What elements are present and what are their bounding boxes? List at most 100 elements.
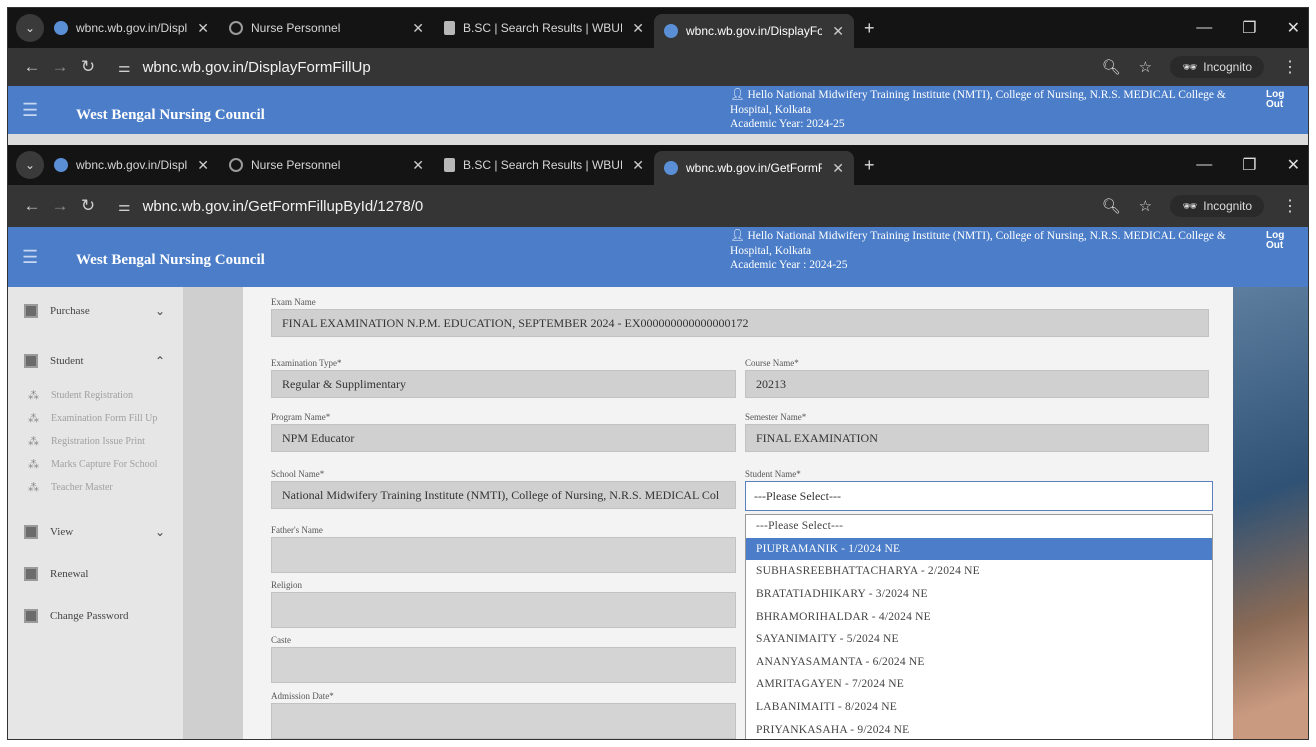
tab-search-button[interactable]: ⌄ [16, 151, 44, 179]
dropdown-option[interactable]: PRIYANKASAHA - 9/2024 NE [746, 718, 1212, 739]
gear-icon [229, 158, 243, 172]
incognito-label: Incognito [1203, 60, 1252, 74]
close-icon[interactable]: ✕ [632, 20, 644, 37]
dropdown-option[interactable]: AMRITAGAYEN - 7/2024 NE [746, 673, 1212, 696]
chevron-down-icon: ⌄ [154, 303, 165, 318]
back-arrow-icon[interactable]: ← [18, 57, 46, 77]
dropdown-option[interactable]: SUBHASREEBHATTACHARYA - 2/2024 NE [746, 560, 1212, 583]
new-tab-button[interactable]: + [864, 18, 875, 39]
close-icon[interactable]: ✕ [632, 157, 644, 174]
exam-type-input[interactable]: Regular & Supplimentary [271, 370, 736, 398]
dropdown-option[interactable]: SAYANIMAITY - 5/2024 NE [746, 628, 1212, 651]
sidebar-subitem-registration-issue-print[interactable]: ⁂ Registration Issue Print [8, 430, 183, 453]
sidebar-item-renewal[interactable]: Renewal [8, 557, 183, 591]
back-tab-1[interactable]: wbnc.wb.gov.in/DisplayPractic ✕ [44, 13, 219, 43]
tab-title: wbnc.wb.gov.in/GetFormFillupB [686, 161, 822, 175]
dropdown-option[interactable]: ANANYASAMANTA - 6/2024 NE [746, 651, 1212, 674]
site-settings-icon[interactable]: ⚌ [118, 198, 131, 215]
dropdown-option[interactable]: BHRAMORIHALDAR - 4/2024 NE [746, 605, 1212, 628]
bookmark-star-icon[interactable]: ☆ [1139, 197, 1152, 215]
field-label: Semester Name* [745, 412, 807, 422]
exam-name-input[interactable]: FINAL EXAMINATION N.P.M. EDUCATION, SEPT… [271, 309, 1209, 337]
caste-input[interactable] [271, 647, 736, 683]
student-name-field: Student Name* ---Please Select--- [745, 469, 1213, 511]
menu-icon[interactable]: ⋮ [1282, 196, 1298, 216]
zoom-icon[interactable]: 🔍︎ [1102, 197, 1121, 215]
close-window-button[interactable]: ✕ [1287, 18, 1300, 38]
front-tab-1[interactable]: wbnc.wb.gov.in/DisplayPractic ✕ [44, 150, 219, 180]
dropdown-option[interactable]: BRATATIADHIKARY - 3/2024 NE [746, 583, 1212, 606]
dropdown-option-selected[interactable]: PIUPRAMANIK - 1/2024 NE [746, 537, 1212, 561]
front-address-bar: ← → ↻ ⚌ wbnc.wb.gov.in/GetFormFillupById… [8, 185, 1308, 227]
close-icon[interactable]: ✕ [412, 20, 424, 37]
reload-icon[interactable]: ↻ [74, 196, 102, 216]
sidebar-subitem-exam-form-fill-up[interactable]: ⁂ Examination Form Fill Up [8, 407, 183, 430]
close-icon[interactable]: ✕ [197, 157, 209, 174]
site-settings-icon[interactable]: ⚌ [118, 59, 131, 76]
new-tab-button[interactable]: + [864, 155, 875, 176]
logout-link[interactable]: Log Out [1266, 231, 1288, 251]
minimize-button[interactable]: — [1196, 156, 1212, 174]
field-label: Admission Date* [271, 691, 334, 701]
front-tab-4-active[interactable]: wbnc.wb.gov.in/GetFormFillupB ✕ [654, 151, 854, 185]
sidebar-item-student[interactable]: Student ⌃ [8, 344, 183, 378]
sidebar-subitem-student-registration[interactable]: ⁂ Student Registration [8, 384, 183, 407]
bullet-icon: ⁂ [28, 436, 39, 448]
renewal-icon [24, 567, 38, 581]
back-tab-2[interactable]: Nurse Personnel ✕ [219, 13, 434, 43]
religion-input[interactable] [271, 592, 736, 628]
password-icon [24, 609, 38, 623]
field-label: School Name* [271, 469, 325, 479]
close-icon[interactable]: ✕ [412, 157, 424, 174]
front-tab-3[interactable]: B.SC | Search Results | WBUHS ✕ [434, 150, 654, 180]
incognito-icon: 🕶︎ [1182, 199, 1198, 213]
back-address-bar: ← → ↻ ⚌ wbnc.wb.gov.in/DisplayFormFillUp… [8, 48, 1308, 86]
close-window-button[interactable]: ✕ [1287, 155, 1300, 175]
incognito-badge[interactable]: 🕶︎ Incognito [1170, 195, 1264, 217]
hamburger-icon[interactable]: ☰ [22, 100, 38, 121]
close-icon[interactable]: ✕ [197, 20, 209, 37]
course-name-input[interactable]: 20213 [745, 370, 1209, 398]
program-name-field: Program Name* NPM Educator [271, 412, 736, 452]
incognito-badge[interactable]: 🕶︎ Incognito [1170, 56, 1264, 78]
restore-button[interactable]: ❐ [1242, 18, 1256, 38]
student-name-select[interactable]: ---Please Select--- [745, 481, 1213, 511]
menu-icon[interactable]: ⋮ [1282, 57, 1298, 77]
father-name-input[interactable] [271, 537, 736, 573]
program-name-input[interactable]: NPM Educator [271, 424, 736, 452]
close-icon[interactable]: ✕ [832, 23, 844, 40]
reload-icon[interactable]: ↻ [74, 57, 102, 77]
back-arrow-icon[interactable]: ← [18, 196, 46, 216]
sidebar-item-purchase[interactable]: Purchase ⌄ [8, 294, 183, 328]
front-tab-2[interactable]: Nurse Personnel ✕ [219, 150, 434, 180]
sidebar-item-label: Student [50, 355, 84, 367]
minimize-button[interactable]: — [1196, 19, 1212, 37]
globe-icon [664, 161, 678, 175]
restore-button[interactable]: ❐ [1242, 155, 1256, 175]
tab-search-button[interactable]: ⌄ [16, 14, 44, 42]
sidebar-subitem-teacher-master[interactable]: ⁂ Teacher Master [8, 476, 183, 499]
semester-name-input[interactable]: FINAL EXAMINATION [745, 424, 1209, 452]
close-icon[interactable]: ✕ [832, 160, 844, 177]
logout-link[interactable]: Log Out [1266, 90, 1288, 110]
hamburger-icon[interactable]: ☰ [22, 247, 38, 268]
forward-arrow-icon[interactable]: → [46, 57, 74, 77]
url-text: wbnc.wb.gov.in/DisplayFormFillUp [142, 58, 371, 76]
sidebar-item-label: View [50, 526, 74, 538]
url-field[interactable]: ⚌ wbnc.wb.gov.in/DisplayFormFillUp [118, 59, 371, 76]
zoom-icon[interactable]: 🔍︎ [1102, 58, 1121, 76]
field-label: Examination Type* [271, 358, 342, 368]
sidebar-item-change-password[interactable]: Change Password [8, 599, 183, 633]
dropdown-option[interactable]: ---Please Select--- [746, 515, 1212, 538]
bookmark-star-icon[interactable]: ☆ [1139, 58, 1152, 76]
admission-date-input[interactable] [271, 703, 736, 739]
sidebar-subitem-marks-capture[interactable]: ⁂ Marks Capture For School [8, 453, 183, 476]
sidebar-item-view[interactable]: View ⌄ [8, 515, 183, 549]
school-name-input[interactable]: National Midwifery Training Institute (N… [271, 481, 736, 509]
url-field[interactable]: ⚌ wbnc.wb.gov.in/GetFormFillupById/1278/… [118, 198, 423, 215]
back-tab-3[interactable]: B.SC | Search Results | WBUHS ✕ [434, 13, 654, 43]
sidebar: Purchase ⌄ Student ⌃ ⁂ Student Registrat… [8, 287, 183, 739]
forward-arrow-icon[interactable]: → [46, 196, 74, 216]
dropdown-option[interactable]: LABANIMAITI - 8/2024 NE [746, 696, 1212, 719]
back-tab-4-active[interactable]: wbnc.wb.gov.in/DisplayFormFil ✕ [654, 14, 854, 48]
